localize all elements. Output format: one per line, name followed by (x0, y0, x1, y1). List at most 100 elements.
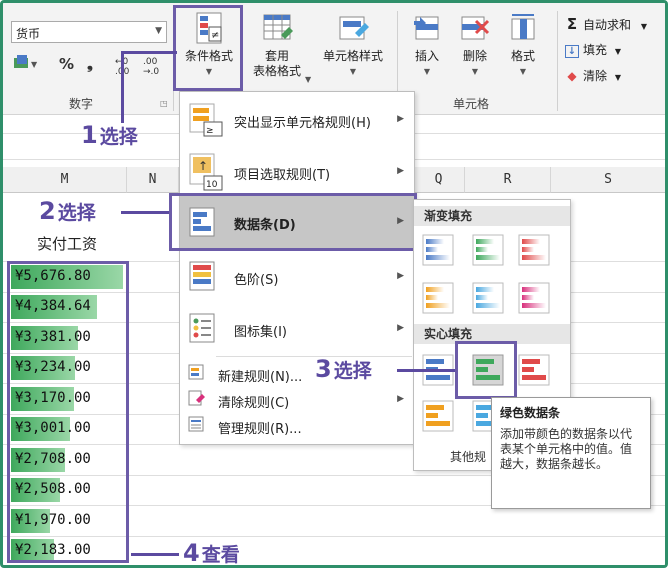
number-format-combo[interactable]: 货币 ▼ (11, 21, 167, 43)
menu-item-new-rule[interactable]: 新建规则(N)... (180, 362, 414, 386)
insert-button[interactable]: 插入 ▼ (405, 11, 449, 79)
delete-label: 删除 (462, 49, 487, 63)
callout-step-4: 4 查看 (183, 539, 240, 567)
column-header-m[interactable]: M (3, 167, 127, 193)
menu-item-manage-rules[interactable]: 管理规则(R)... (180, 414, 414, 438)
callout-number: 1 (81, 121, 98, 149)
insert-cells-icon (414, 16, 439, 40)
callout-connector (121, 51, 177, 54)
menu-item-color-scales[interactable]: 色阶(S) ▶ (180, 254, 414, 298)
clear-button[interactable]: ◆ 清除 ▼ (565, 67, 621, 84)
chevron-down-icon: ▼ (519, 67, 527, 76)
autosum-button[interactable]: Σ 自动求和 ▼ (565, 15, 647, 33)
tooltip-title: 绿色数据条 (500, 406, 561, 420)
callout-connector (121, 53, 124, 123)
callout-connector (397, 369, 455, 372)
green-gradient-bar-icon[interactable] (472, 234, 504, 266)
ribbon-separator (557, 11, 558, 111)
menu-label: 图标集(I) (234, 325, 287, 340)
callout-connector (121, 211, 169, 214)
submenu-arrow-icon: ▶ (397, 166, 404, 176)
column-title-cell[interactable]: 实付工资 (11, 233, 123, 254)
table-format-label-2: 表格格式 (252, 64, 301, 78)
chevron-down-icon: ▼ (349, 67, 357, 76)
top-bottom-rules-icon: ↑ 10 (189, 153, 223, 191)
delete-cells-icon (461, 16, 490, 40)
comma-button[interactable]: ❟ (87, 55, 93, 73)
percent-button[interactable]: % (59, 55, 74, 73)
callout-step-2: 2 选择 (39, 197, 96, 225)
group-label-cells: 单元格 (453, 97, 490, 111)
menu-item-top-bottom-rules[interactable]: ↑ 10 项目选取规则(T) ▶ (180, 150, 414, 194)
format-label: 格式 (510, 49, 535, 63)
menu-label: 色阶(S) (234, 273, 279, 288)
menu-label: 管理规则(R)... (218, 422, 302, 437)
chevron-down-icon: ▼ (305, 75, 312, 84)
accounting-format-button[interactable]: ▼ (13, 55, 41, 75)
group-label-number: 数字 (69, 97, 94, 111)
column-header-n[interactable]: N (127, 167, 179, 193)
increase-decimal-button[interactable]: ←0 .00 (115, 57, 139, 77)
more-rules-link[interactable]: 其他规 (450, 448, 486, 465)
green-bar-highlight (455, 341, 517, 399)
menu-item-highlight-rules[interactable]: ≥ 突出显示单元格规则(H) ▶ (180, 100, 414, 140)
fill-button[interactable]: ↓ 填充 ▼ (565, 41, 621, 58)
format-button[interactable]: 格式 ▼ (501, 11, 545, 79)
delete-button[interactable]: 删除 ▼ (453, 11, 497, 79)
result-column-highlight (7, 261, 129, 563)
tooltip-body: 添加带颜色的数据条以代表某个单元格中的值。值越大，数据条越长。 (500, 427, 633, 471)
eraser-icon: ◆ (567, 69, 577, 83)
clear-label: 清除 (583, 69, 608, 83)
svg-text:▼: ▼ (31, 60, 38, 69)
clear-rules-icon (188, 390, 205, 406)
lightblue-gradient-bar-icon[interactable] (472, 282, 504, 314)
decrease-decimal-button[interactable]: .00 →.0 (143, 57, 167, 77)
dialog-launcher-icon[interactable]: ◳ (160, 99, 168, 108)
orange-solid-bar-icon[interactable] (422, 400, 454, 432)
callout-text: 选择 (333, 360, 372, 382)
purple-gradient-bar-icon[interactable] (518, 282, 550, 314)
menu-item-clear-rules[interactable]: 清除规则(C) ▶ (180, 388, 414, 412)
svg-text:≥: ≥ (206, 126, 214, 136)
currency-icon: ▼ (14, 55, 38, 69)
data-bars-highlight (169, 193, 417, 251)
blue-gradient-bar-icon[interactable] (422, 234, 454, 266)
chevron-down-icon: ▼ (155, 26, 162, 36)
menu-label: 项目选取规则(T) (234, 168, 331, 183)
callout-number: 4 (183, 539, 200, 567)
cell-styles-label: 单元格样式 (322, 49, 383, 63)
menu-separator (216, 356, 412, 357)
column-header-q[interactable]: Q (413, 167, 465, 193)
format-as-table-button[interactable]: 套用 表格格式 (245, 11, 309, 79)
chevron-down-icon: ▼ (614, 47, 621, 56)
column-header-s[interactable]: S (551, 167, 665, 193)
orange-gradient-bar-icon[interactable] (422, 282, 454, 314)
red-gradient-bar-icon[interactable] (518, 234, 550, 266)
callout-connector (131, 553, 179, 556)
manage-rules-icon (188, 416, 204, 432)
highlight-rules-icon: ≥ (189, 103, 223, 137)
callout-text: 选择 (57, 202, 96, 224)
table-format-icon (263, 14, 293, 40)
new-rule-icon (188, 364, 204, 380)
gradient-fill-heading: 渐变填充 (414, 206, 570, 226)
menu-label: 新建规则(N)... (218, 370, 303, 385)
red-solid-bar-icon[interactable] (518, 354, 550, 386)
number-format-value: 货币 (16, 27, 41, 41)
cell-styles-button[interactable]: 单元格样式 ▼ (313, 11, 393, 79)
fill-label: 填充 (583, 43, 608, 57)
svg-text:↑: ↑ (198, 159, 208, 173)
table-format-label-1: 套用 (264, 49, 289, 63)
menu-item-icon-sets[interactable]: 图标集(I) ▶ (180, 306, 414, 350)
menu-label: 突出显示单元格规则(H) (234, 116, 371, 131)
column-header-r[interactable]: R (465, 167, 551, 193)
submenu-arrow-icon: ▶ (397, 323, 404, 333)
autosum-label: 自动求和 (583, 18, 632, 32)
green-data-bar-tooltip: 绿色数据条 添加带颜色的数据条以代表某个单元格中的值。值越大，数据条越长。 (491, 397, 651, 509)
cell-styles-icon (339, 16, 369, 40)
conditional-format-highlight (173, 5, 243, 91)
chevron-down-icon: ▼ (423, 67, 431, 76)
submenu-arrow-icon: ▶ (397, 271, 404, 281)
callout-number: 3 (315, 355, 332, 383)
fill-down-icon: ↓ (565, 45, 579, 58)
